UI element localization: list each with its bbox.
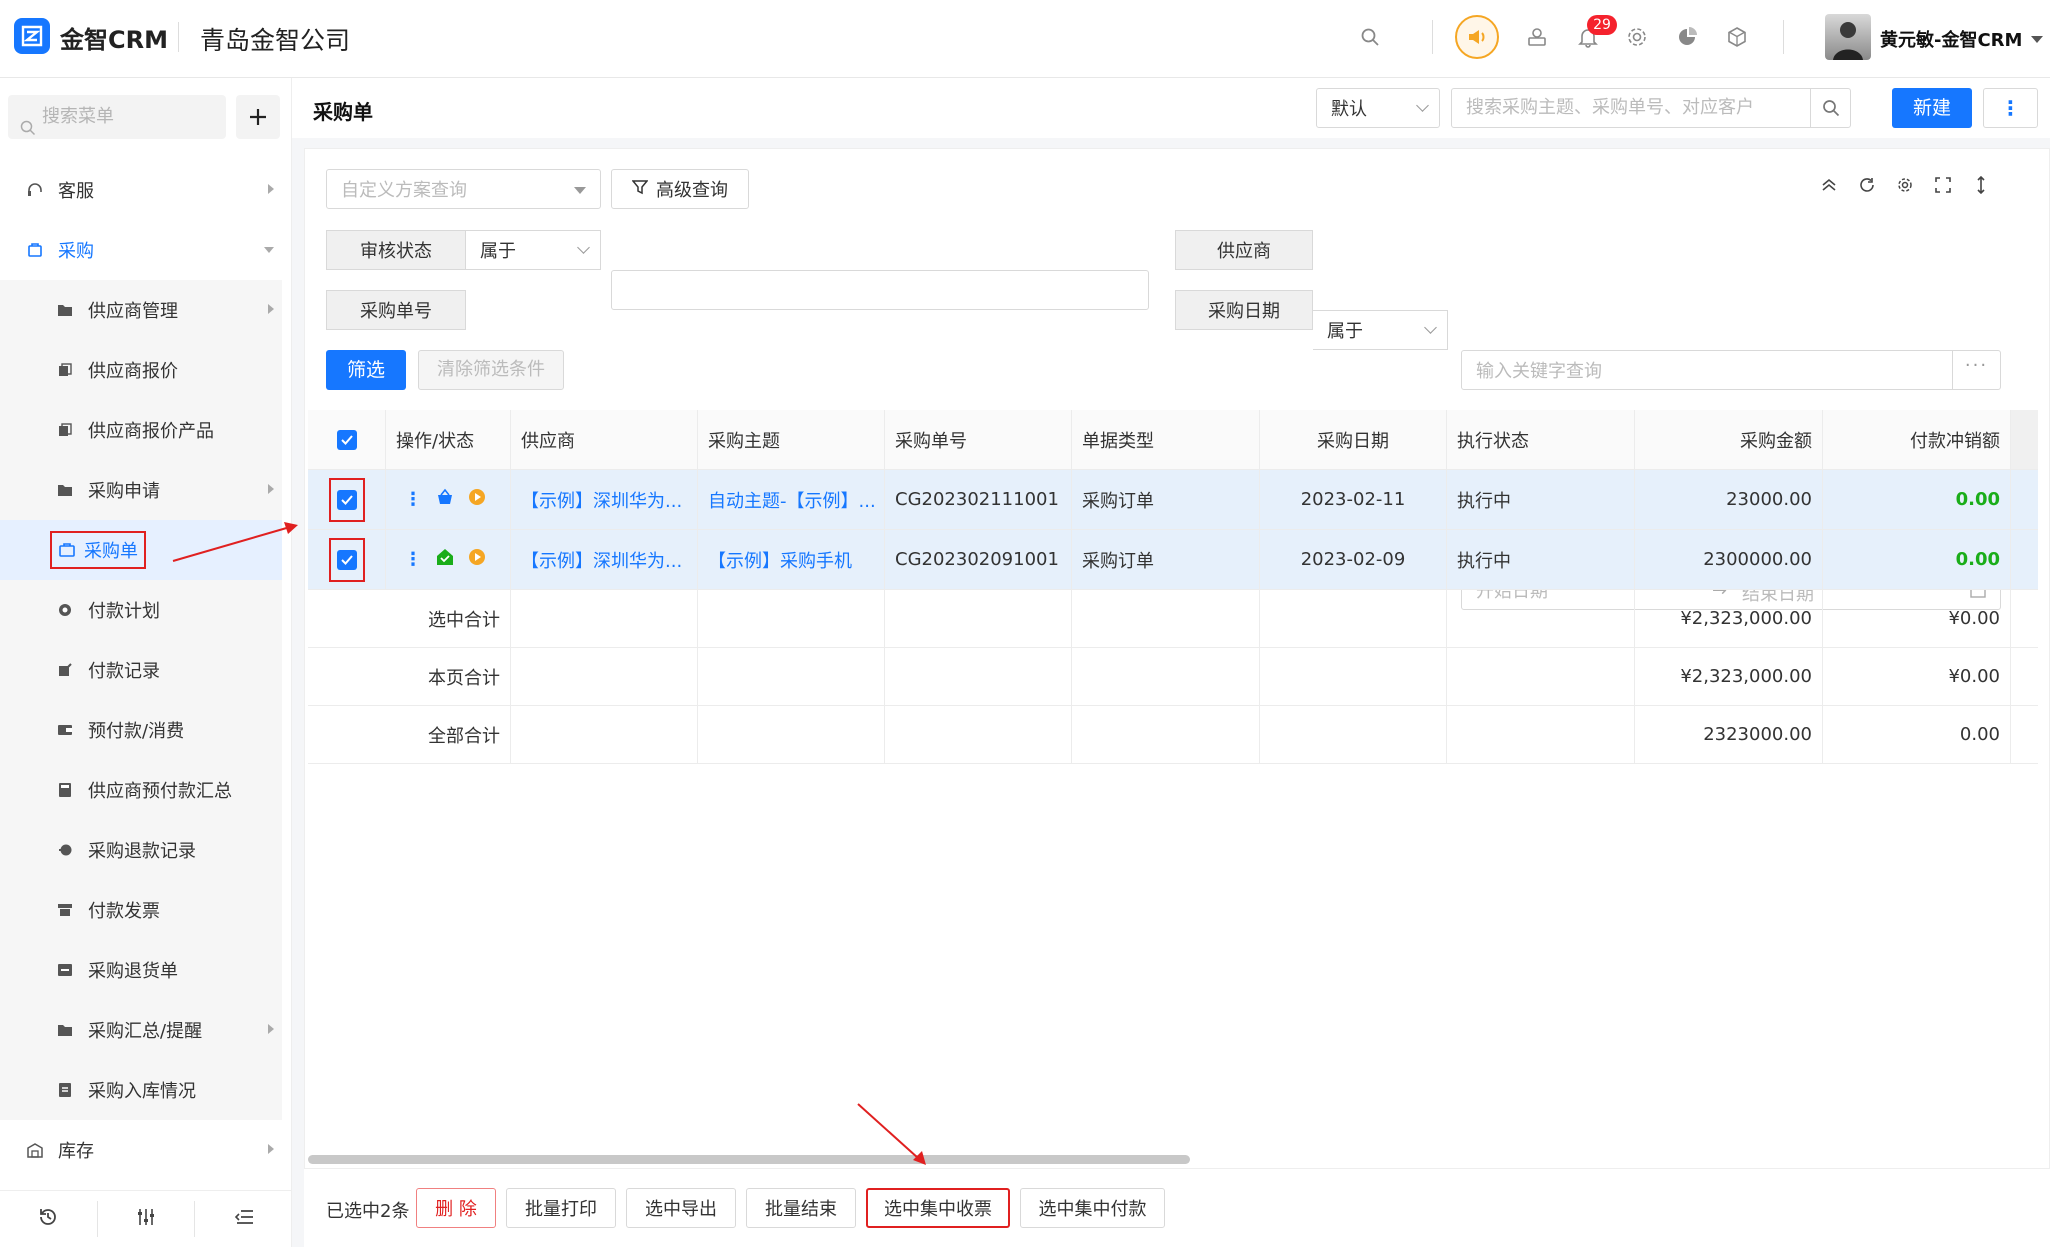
annotation-overlay <box>172 522 926 1165</box>
annotation-arrow-icon <box>857 1103 926 1165</box>
annotation-arrow-icon <box>172 522 298 562</box>
